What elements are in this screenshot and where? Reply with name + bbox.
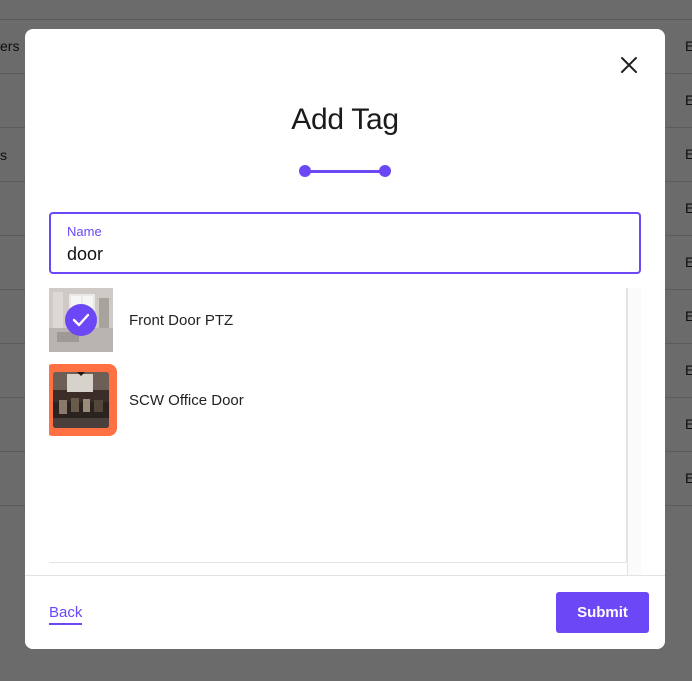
- camera-item-front-door-ptz[interactable]: Front Door PTZ: [49, 288, 627, 360]
- list-scrollbar[interactable]: [627, 288, 641, 575]
- step-progress: [297, 164, 393, 178]
- back-button[interactable]: Back: [49, 604, 83, 625]
- name-input[interactable]: [67, 243, 617, 265]
- selected-check-badge: [65, 304, 97, 336]
- modal-title: Add Tag: [291, 103, 399, 136]
- close-icon: [621, 57, 637, 73]
- camera-thumbnail: [49, 288, 113, 352]
- camera-list[interactable]: Front Door PTZ SCW Office Door: [49, 288, 641, 575]
- checkmark-icon: [72, 313, 90, 327]
- step-connector: [305, 170, 385, 173]
- submit-button[interactable]: Submit: [556, 592, 649, 633]
- name-field[interactable]: Name: [49, 212, 641, 274]
- name-field-label: Name: [67, 224, 102, 239]
- focus-highlight: [49, 364, 117, 436]
- camera-item-scw-office-door[interactable]: SCW Office Door: [49, 364, 627, 440]
- close-button[interactable]: [617, 53, 641, 77]
- camera-thumbnail: [53, 372, 109, 428]
- camera-name: Front Door PTZ: [129, 312, 234, 329]
- camera-name: SCW Office Door: [129, 392, 244, 409]
- camera-list-content: Front Door PTZ SCW Office Door: [49, 288, 627, 563]
- modal-footer: Back Submit: [25, 575, 665, 649]
- step-dot-1: [299, 165, 311, 177]
- step-dot-2: [379, 165, 391, 177]
- add-tag-modal: Add Tag Name door Front Door PTZ SCW Off…: [25, 29, 665, 649]
